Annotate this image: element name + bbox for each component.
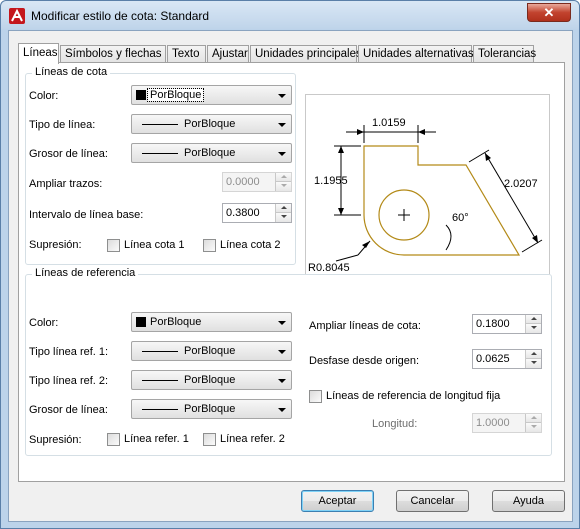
line-sample bbox=[142, 124, 178, 125]
color-swatch bbox=[136, 90, 146, 100]
ext-linetype2-select[interactable]: PorBloque bbox=[131, 370, 292, 390]
spin-up-icon[interactable] bbox=[525, 315, 541, 324]
ext-lineweight-select[interactable]: PorBloque bbox=[131, 399, 292, 419]
tab-simbolos-flechas[interactable]: Símbolos y flechas bbox=[60, 45, 166, 63]
ext-color-value: PorBloque bbox=[150, 316, 202, 328]
ext-color-label: Color: bbox=[29, 317, 59, 329]
spin-down-icon[interactable] bbox=[275, 213, 291, 222]
chevron-down-icon bbox=[278, 152, 286, 156]
dim-color-label: Color: bbox=[29, 90, 59, 102]
spin-up-icon[interactable] bbox=[275, 173, 291, 182]
dim-color-select[interactable]: PorBloque bbox=[131, 85, 292, 105]
spin-down-icon[interactable] bbox=[525, 359, 541, 368]
spin-down-icon[interactable] bbox=[525, 423, 541, 432]
window-title: Modificar estilo de cota: Standard bbox=[31, 9, 210, 23]
ext-linetype1-label: Tipo línea ref. 1: bbox=[29, 346, 109, 358]
extend-beyond-stepper[interactable]: 0.1800 bbox=[472, 314, 542, 334]
ext-linetype2-value: PorBloque bbox=[184, 374, 236, 386]
spin-up-icon[interactable] bbox=[275, 204, 291, 213]
ok-button[interactable]: Aceptar bbox=[301, 490, 374, 512]
dim-top-text: 1.0159 bbox=[372, 117, 406, 129]
extend-beyond-label: Ampliar líneas de cota: bbox=[309, 320, 421, 332]
dim-lineweight-label: Grosor de línea: bbox=[29, 148, 108, 160]
offset-origin-stepper[interactable]: 0.0625 bbox=[472, 349, 542, 369]
spin-up-icon[interactable] bbox=[525, 350, 541, 359]
ext-lines-group-title: Líneas de referencia bbox=[32, 267, 139, 279]
chevron-down-icon bbox=[278, 379, 286, 383]
ext-linetype2-label: Tipo línea ref. 2: bbox=[29, 375, 109, 387]
tab-unidades-alternativas[interactable]: Unidades alternativas bbox=[358, 45, 474, 63]
dialog-window: Modificar estilo de cota: Standard ✕ Lín… bbox=[0, 0, 580, 529]
line-sample bbox=[142, 351, 178, 352]
chevron-down-icon bbox=[278, 123, 286, 127]
autocad-logo-icon bbox=[9, 8, 25, 24]
ext-lineweight-label: Grosor de línea: bbox=[29, 404, 108, 416]
dim-linetype-label: Tipo de línea: bbox=[29, 119, 96, 131]
tab-ajustar[interactable]: Ajustar bbox=[207, 45, 249, 63]
close-button[interactable]: ✕ bbox=[527, 3, 571, 22]
tab-tolerancias[interactable]: Tolerancias bbox=[473, 45, 536, 63]
dim-linetype-value: PorBloque bbox=[184, 118, 236, 130]
tab-lineas[interactable]: Líneas bbox=[18, 43, 59, 64]
dim-left-text: 1.1955 bbox=[314, 175, 348, 187]
baseline-spacing-stepper[interactable]: 0.3800 bbox=[222, 203, 292, 223]
length-value: 1.0000 bbox=[476, 417, 510, 429]
color-swatch bbox=[136, 317, 146, 327]
dim-lineweight-select[interactable]: PorBloque bbox=[131, 143, 292, 163]
ext-lineweight-value: PorBloque bbox=[184, 403, 236, 415]
help-button[interactable]: Ayuda bbox=[492, 490, 565, 512]
tab-texto[interactable]: Texto bbox=[167, 45, 206, 63]
line-sample bbox=[142, 380, 178, 381]
ext-linetype1-select[interactable]: PorBloque bbox=[131, 341, 292, 361]
chevron-down-icon bbox=[278, 408, 286, 412]
ext-color-select[interactable]: PorBloque bbox=[131, 312, 292, 332]
extend-ticks-label: Ampliar trazos: bbox=[29, 178, 103, 190]
cancel-button[interactable]: Cancelar bbox=[396, 490, 469, 512]
preview-panel: 1.0159 1.1955 2.0207 60° R0.8045 bbox=[305, 94, 550, 275]
line-sample bbox=[142, 409, 178, 410]
spin-up-icon[interactable] bbox=[525, 414, 541, 423]
dim-linetype-select[interactable]: PorBloque bbox=[131, 114, 292, 134]
title-bar[interactable]: Modificar estilo de cota: Standard ✕ bbox=[1, 1, 579, 29]
offset-origin-value: 0.0625 bbox=[476, 353, 510, 365]
dim-suppress-label: Supresión: bbox=[29, 239, 82, 251]
ext-linetype1-value: PorBloque bbox=[184, 345, 236, 357]
spin-down-icon[interactable] bbox=[275, 182, 291, 191]
extend-ticks-stepper[interactable]: 0.0000 bbox=[222, 172, 292, 192]
tab-unidades-principales[interactable]: Unidades principales bbox=[250, 45, 362, 63]
chevron-down-icon bbox=[278, 350, 286, 354]
chevron-down-icon bbox=[278, 94, 286, 98]
baseline-spacing-label: Intervalo de línea base: bbox=[29, 209, 144, 221]
preview-geometry bbox=[363, 145, 521, 256]
tab-page-lineas: Líneas de cota Color: PorBloque Tipo de … bbox=[18, 62, 565, 482]
length-label: Longitud: bbox=[372, 418, 418, 430]
extend-ticks-value: 0.0000 bbox=[226, 176, 260, 188]
extend-beyond-value: 0.1800 bbox=[476, 318, 510, 330]
dim-radius-text: R0.8045 bbox=[308, 262, 350, 274]
dim-right-text: 2.0207 bbox=[504, 178, 538, 190]
dim-color-value: PorBloque bbox=[146, 88, 205, 102]
dialog-body: Líneas Símbolos y flechas Texto Ajustar … bbox=[8, 30, 573, 522]
dim-lines-group-title: Líneas de cota bbox=[32, 66, 111, 78]
length-stepper[interactable]: 1.0000 bbox=[472, 413, 542, 433]
dimension-preview-drawing: 1.0159 1.1955 2.0207 60° R0.8045 bbox=[308, 117, 543, 274]
dim-angle-text: 60° bbox=[452, 212, 469, 224]
dim-lineweight-value: PorBloque bbox=[184, 147, 236, 159]
chevron-down-icon bbox=[278, 321, 286, 325]
offset-origin-label: Desfase desde origen: bbox=[309, 355, 420, 367]
baseline-spacing-value: 0.3800 bbox=[226, 207, 260, 219]
spin-down-icon[interactable] bbox=[525, 324, 541, 333]
line-sample bbox=[142, 153, 178, 154]
ext-suppress-label: Supresión: bbox=[29, 434, 82, 446]
